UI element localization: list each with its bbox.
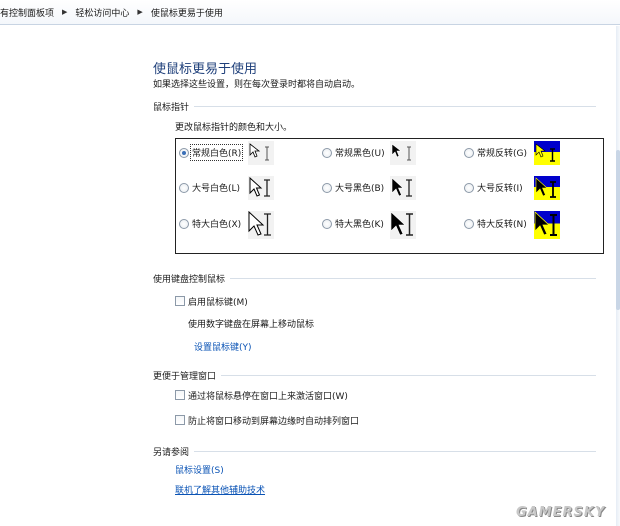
radio-button-icon[interactable] xyxy=(322,218,332,229)
pointer-preview-large-inverted xyxy=(534,176,560,200)
breadcrumb-separator-icon[interactable]: ▶ xyxy=(133,8,146,16)
section-divider xyxy=(221,375,596,376)
breadcrumb-item-current[interactable]: 使鼠标更易于使用 xyxy=(147,6,227,19)
pointers-section-heading: 鼠标指针 xyxy=(153,100,596,113)
prevent-arrange-label[interactable]: 防止将窗口移动到屏幕边缘时自动排列窗口 xyxy=(188,414,359,427)
page-title: 使鼠标更易于使用 xyxy=(153,62,258,77)
pointer-preview-xlarge-inverted xyxy=(534,211,560,239)
radio-xlarge-black[interactable]: 特大黑色(K) xyxy=(322,217,384,230)
pointers-heading-text: 鼠标指针 xyxy=(153,103,190,113)
option-label: 常规黑色(U) xyxy=(335,149,385,159)
arrow-pointer-icon xyxy=(249,176,270,197)
breadcrumb-item-ease-of-access[interactable]: 轻松访问中心 xyxy=(71,6,133,19)
option-label: 常规反转(G) xyxy=(477,149,527,159)
radio-button-icon[interactable] xyxy=(179,182,189,193)
hover-activate-checkbox[interactable] xyxy=(175,390,185,400)
radio-button-icon[interactable] xyxy=(322,147,332,158)
option-label: 特大白色(X) xyxy=(192,220,242,230)
radio-large-black[interactable]: 大号黑色(B) xyxy=(322,181,384,194)
keyboard-section-heading: 使用键盘控制鼠标 xyxy=(153,272,596,285)
mouse-settings-link[interactable]: 鼠标设置(S) xyxy=(175,463,224,476)
mousekeys-label[interactable]: 启用鼠标键(M) xyxy=(188,295,248,308)
pointer-preview-regular-white xyxy=(248,141,274,165)
radio-button-icon[interactable] xyxy=(464,182,474,193)
section-divider xyxy=(230,278,596,279)
option-label: 常规白色(R) xyxy=(189,144,244,161)
option-label: 大号黑色(B) xyxy=(335,184,385,194)
pointer-preview-xlarge-black xyxy=(390,211,416,239)
assistive-tech-online-link[interactable]: 联机了解其他辅助技术 xyxy=(175,483,265,496)
section-divider xyxy=(194,106,596,107)
arrow-pointer-icon xyxy=(535,177,556,198)
pointer-preview-regular-black xyxy=(390,141,416,165)
radio-button-icon[interactable] xyxy=(322,182,332,193)
pointer-scheme-group: 常规白色(R) 常规黑色(U) 常规反转(G) 大号白色(L) 大号黑色(B) … xyxy=(175,138,604,254)
option-label: 特大反转(N) xyxy=(477,220,527,230)
setup-mousekeys-link[interactable]: 设置鼠标键(Y) xyxy=(194,340,252,353)
scrollbar-thumb[interactable] xyxy=(616,150,620,310)
windows-heading-text: 更便于管理窗口 xyxy=(153,372,217,382)
radio-regular-white[interactable]: 常规白色(R) xyxy=(179,144,244,161)
radio-button-icon[interactable] xyxy=(179,218,189,229)
arrow-pointer-icon xyxy=(248,210,271,236)
prevent-arrange-checkbox[interactable] xyxy=(175,415,185,425)
breadcrumb: 有控制面板项 ▶ 轻松访问中心 ▶ 使鼠标更易于使用 xyxy=(0,0,620,25)
watermark-logo: GAMERSKY xyxy=(516,505,606,520)
arrow-pointer-icon xyxy=(535,143,555,162)
radio-button-icon[interactable] xyxy=(464,218,474,229)
mousekeys-checkbox[interactable] xyxy=(175,296,185,306)
pointers-description: 更改鼠标指针的颜色和大小。 xyxy=(175,123,293,133)
breadcrumb-separator-icon[interactable]: ▶ xyxy=(58,8,71,16)
arrow-pointer-icon xyxy=(390,211,413,236)
keyboard-heading-text: 使用键盘控制鼠标 xyxy=(153,275,226,285)
pointer-preview-regular-inverted xyxy=(534,141,560,165)
pointer-preview-xlarge-white xyxy=(248,210,274,239)
see-also-section-heading: 另请参阅 xyxy=(153,445,596,458)
arrow-pointer-icon xyxy=(391,177,412,197)
radio-large-white[interactable]: 大号白色(L) xyxy=(179,181,240,194)
page-subtitle: 如果选择这些设置，则在每次登录时都将自动启动。 xyxy=(153,80,361,90)
windows-section-heading: 更便于管理窗口 xyxy=(153,369,596,382)
option-label: 特大黑色(K) xyxy=(335,220,384,230)
radio-xlarge-white[interactable]: 特大白色(X) xyxy=(179,217,241,230)
option-label: 大号白色(L) xyxy=(192,184,241,194)
radio-button-icon[interactable] xyxy=(464,147,474,158)
radio-xlarge-inverted[interactable]: 特大反转(N) xyxy=(464,217,527,230)
radio-regular-black[interactable]: 常规黑色(U) xyxy=(322,146,385,159)
hover-activate-label[interactable]: 通过将鼠标悬停在窗口上来激活窗口(W) xyxy=(188,389,348,402)
arrow-pointer-icon xyxy=(391,143,411,161)
radio-button-icon[interactable] xyxy=(179,147,189,158)
option-label: 大号反转(I) xyxy=(477,184,523,194)
arrow-pointer-icon xyxy=(249,143,269,161)
radio-large-inverted[interactable]: 大号反转(I) xyxy=(464,181,523,194)
pointer-preview-large-black xyxy=(390,176,416,200)
section-divider xyxy=(194,451,596,452)
pointer-preview-large-white xyxy=(248,176,274,200)
mousekeys-description: 使用数字键盘在屏幕上移动鼠标 xyxy=(188,320,315,330)
arrow-pointer-icon xyxy=(534,211,557,236)
breadcrumb-item-control-panel[interactable]: 有控制面板项 xyxy=(0,6,58,19)
see-also-heading-text: 另请参阅 xyxy=(153,448,190,458)
radio-regular-inverted[interactable]: 常规反转(G) xyxy=(464,146,527,159)
